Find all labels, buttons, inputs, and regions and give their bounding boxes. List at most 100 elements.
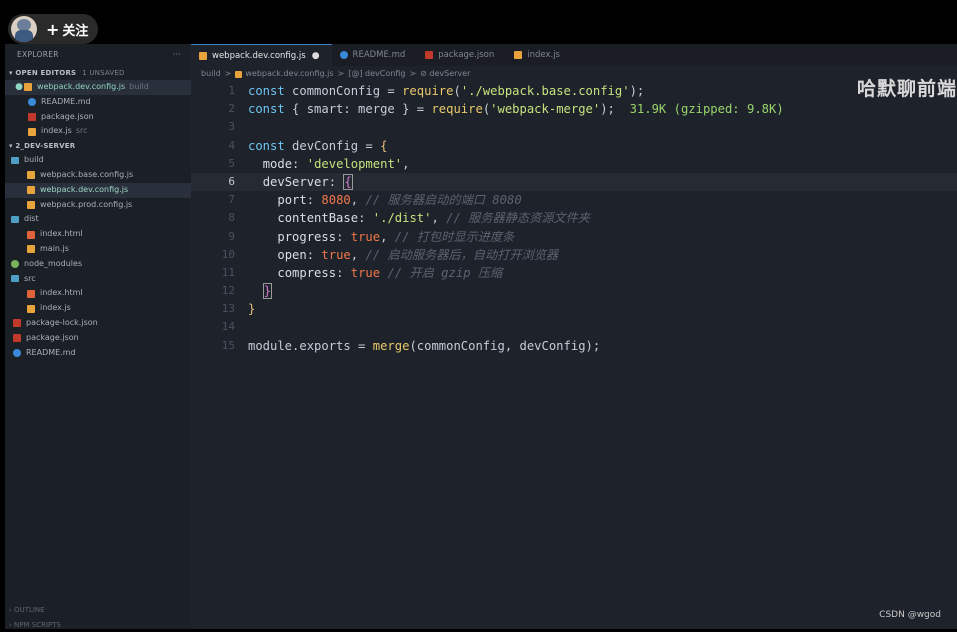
outline-section[interactable]: › OUTLINE	[5, 603, 195, 617]
code-line: 5 mode: 'development',	[191, 155, 957, 173]
line-number: 10	[221, 247, 235, 261]
npm-scripts-label: NPM SCRIPTS	[14, 621, 61, 629]
tab-bar: webpack.dev.config.js ● README.md package…	[191, 44, 957, 67]
code-comment: // 开启 gzip 压缩	[387, 265, 503, 280]
code-line: 11 compress: true // 开启 gzip 压缩	[191, 264, 957, 282]
tree-folder-build[interactable]: build	[5, 153, 191, 168]
more-actions-icon[interactable]: ···	[173, 44, 181, 66]
npm-file-icon	[28, 112, 36, 121]
breadcrumb-symbol[interactable]: devServer	[429, 66, 470, 82]
tree-item-label: index.html	[40, 288, 83, 298]
code-line: 2 const { smart: merge } = require('webpa…	[191, 100, 957, 118]
tree-item-label: main.js	[40, 243, 69, 253]
open-editor-item[interactable]: package.json	[5, 110, 191, 125]
tree-file[interactable]: webpack.base.config.js	[5, 168, 191, 183]
tree-file-active[interactable]: webpack.dev.config.js	[5, 182, 191, 198]
code-line: 10 open: true, // 启动服务器后，自动打开浏览器	[191, 246, 957, 264]
code-line: 12 }	[191, 282, 957, 300]
js-file-icon	[27, 200, 35, 209]
line-number: 14	[221, 320, 235, 334]
follow-pill[interactable]: + 关注	[8, 14, 98, 44]
open-editor-hint: src	[75, 126, 88, 136]
tree-folder-src[interactable]: src	[5, 272, 191, 287]
breadcrumb: build > webpack.dev.config.js > [@] devCon…	[191, 66, 957, 82]
code-comment: // 启动服务器后，自动打开浏览器	[365, 247, 559, 262]
tree-file[interactable]: main.js	[5, 242, 191, 257]
tree-file[interactable]: index.html	[5, 286, 191, 301]
tree-item-label: index.js	[40, 303, 71, 313]
tree-file[interactable]: package-lock.json	[5, 316, 191, 331]
tab-webpack-dev-config[interactable]: webpack.dev.config.js ●	[191, 44, 332, 67]
credit-text: CSDN @wgod	[879, 610, 941, 620]
js-file-icon	[27, 186, 35, 195]
tree-item-label: src	[24, 273, 36, 283]
tree-file[interactable]: package.json	[5, 331, 191, 346]
js-file-icon	[27, 304, 35, 313]
open-editor-name: package.json	[41, 111, 94, 121]
line-number: 4	[228, 138, 235, 152]
npm-file-icon	[425, 51, 434, 59]
open-editor-item[interactable]: index.js src	[5, 124, 191, 139]
tree-file[interactable]: webpack.prod.config.js	[5, 198, 191, 213]
tree-item-label: webpack.prod.config.js	[40, 199, 133, 209]
tree-file[interactable]: index.js	[5, 301, 191, 316]
tab-index-js[interactable]: index.js	[506, 44, 572, 66]
tree-item-label: dist	[24, 214, 39, 224]
open-editor-name: README.md	[41, 96, 91, 106]
tree-item-label: index.html	[40, 229, 83, 239]
line-number: 11	[221, 265, 235, 279]
breadcrumb-file[interactable]: webpack.dev.config.js	[245, 66, 333, 82]
tab-package-json[interactable]: package.json	[417, 44, 506, 66]
open-editor-name: webpack.dev.config.js	[37, 82, 126, 91]
js-file-icon	[27, 245, 35, 254]
unsaved-dot-icon: ●	[15, 82, 23, 92]
tree-item-label: webpack.dev.config.js	[40, 184, 129, 194]
follow-button[interactable]: + 关注	[46, 20, 88, 39]
tree-folder-node-modules[interactable]: node_modules	[5, 257, 191, 272]
tree-folder-dist[interactable]: dist	[5, 212, 191, 227]
avatar[interactable]	[11, 16, 37, 42]
breadcrumb-separator: >	[337, 69, 345, 78]
code-line: 3	[191, 118, 957, 136]
open-editor-item[interactable]: ● webpack.dev.config.js build	[5, 80, 191, 95]
project-section[interactable]: ▾ 2_DEV-SERVER	[5, 139, 191, 153]
tree-file[interactable]: index.html	[5, 227, 191, 242]
tree-item-label: webpack.base.config.js	[40, 169, 134, 179]
open-editors-section[interactable]: ▾ OPEN EDITORS 1 UNSAVED	[5, 66, 191, 80]
tree-file[interactable]: README.md	[5, 346, 191, 361]
outline-label: OUTLINE	[14, 606, 45, 614]
tab-label: index.js	[527, 50, 560, 60]
chevron-down-icon: ▾	[9, 142, 13, 151]
breadcrumb-folder[interactable]: build	[201, 66, 221, 82]
line-number: 3	[228, 120, 235, 134]
breadcrumb-symbol[interactable]: devConfig	[365, 66, 405, 82]
tree-item-label: README.md	[26, 347, 76, 357]
code-line: 7 port: 8080, // 服务器启动的端口 8080	[191, 191, 957, 209]
js-file-icon	[514, 51, 523, 59]
project-label: 2_DEV-SERVER	[15, 142, 76, 151]
video-top-overlay: + 关注	[0, 0, 957, 44]
code-editor[interactable]: 1 const commonConfig = require('./webpack…	[191, 82, 957, 355]
js-file-icon	[235, 70, 243, 78]
editor-area: webpack.dev.config.js ● README.md package…	[191, 44, 957, 629]
code-line: 14	[191, 318, 957, 336]
npm-scripts-section[interactable]: › NPM SCRIPTS	[5, 618, 195, 632]
symbol-variable-icon: [@]	[348, 69, 366, 78]
tab-readme[interactable]: README.md	[332, 44, 418, 66]
code-line-current: 6 devServer: {	[191, 172, 957, 192]
code-comment: // 打包时显示进度条	[394, 229, 515, 244]
js-file-icon	[24, 83, 32, 92]
symbol-property-icon: ⊘	[420, 69, 430, 78]
line-number: 15	[221, 338, 235, 352]
code-comment: // 服务器静态资源文件夹	[446, 211, 591, 226]
unsaved-dot-icon[interactable]: ●	[312, 45, 320, 67]
code-line: 15 module.exports = merge(commonConfig, d…	[191, 337, 957, 355]
tree-item-label: package.json	[26, 332, 79, 342]
info-file-icon	[13, 348, 21, 357]
folder-open-icon	[11, 216, 19, 224]
explorer-header: EXPLORER ···	[5, 44, 191, 66]
line-number: 13	[221, 302, 235, 316]
open-editor-item[interactable]: README.md	[5, 95, 191, 110]
folder-open-icon	[11, 275, 19, 283]
info-file-icon	[339, 51, 348, 59]
